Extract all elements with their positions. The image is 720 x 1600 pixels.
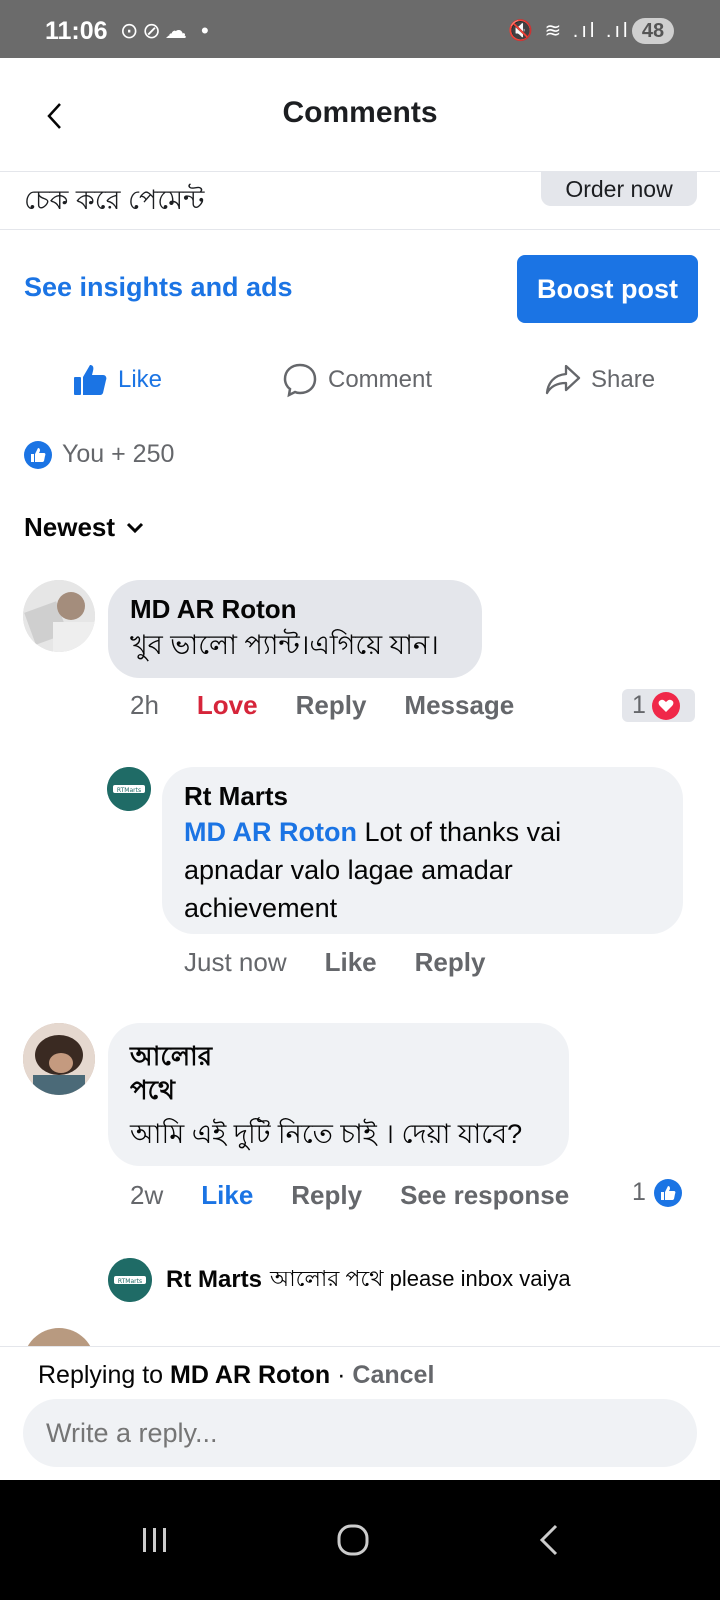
page-title: Comments	[282, 96, 438, 129]
reply-text: আলোর পথে please inbox vaiya	[270, 1265, 571, 1291]
reactions-summary[interactable]: You + 250	[24, 440, 174, 469]
svg-text:RTMarts: RTMarts	[117, 787, 141, 794]
post-actions: Like Comment Share	[0, 355, 720, 405]
recent-apps-icon	[143, 1528, 166, 1552]
notification-icons: ⊙⊘☁ •	[120, 18, 213, 43]
replying-prefix: Replying to	[38, 1361, 171, 1389]
replying-to-bar: Replying to MD AR Roton · Cancel	[38, 1361, 434, 1390]
reply-button[interactable]: Reply	[296, 690, 367, 721]
home-icon	[337, 1524, 369, 1556]
svg-text:RTMarts: RTMarts	[118, 1278, 142, 1285]
reply-composer: Replying to MD AR Roton · Cancel	[0, 1346, 720, 1480]
author-line-1: আলোর	[130, 1041, 212, 1071]
reply-bubble[interactable]: Rt Marts MD AR Roton Lot of thanks vai a…	[162, 767, 683, 934]
page-avatar[interactable]: RTMarts	[108, 1258, 152, 1302]
comment-icon	[283, 363, 317, 398]
see-response-button[interactable]: See response	[400, 1180, 569, 1211]
reply-author[interactable]: Rt Marts	[184, 781, 288, 812]
sort-dropdown[interactable]: Newest	[24, 512, 145, 543]
reply-reply-button[interactable]: Reply	[415, 947, 486, 978]
status-bar: 11:06 ⊙⊘☁ • 🔇 ≋ .ıl .ıl 48	[0, 0, 720, 58]
comment-author[interactable]: MD AR Roton	[130, 594, 297, 625]
page-avatar[interactable]: RTMarts	[107, 767, 151, 811]
reactions-text: You + 250	[62, 440, 175, 468]
message-button[interactable]: Message	[404, 690, 514, 721]
replying-name: MD AR Roton	[170, 1361, 331, 1389]
comment-text: আমি এই দুটি নিতে চাই । দেয়া যাবে?	[130, 1119, 523, 1149]
collapsed-reply[interactable]: RTMarts Rt Marts আলোর পথে please inbox v…	[108, 1258, 571, 1302]
home-button[interactable]	[323, 1510, 383, 1570]
comment-time: 2h	[130, 690, 159, 720]
separator: ·	[330, 1361, 353, 1389]
thumbs-up-icon	[74, 365, 107, 395]
share-icon	[545, 364, 581, 395]
comment-bubble[interactable]: MD AR Roton খুব ভালো প্যান্ট।এগিয়ে যান।	[108, 580, 482, 678]
back-icon	[539, 1524, 558, 1556]
comment-time: 2w	[130, 1180, 164, 1210]
reply-like-button[interactable]: Like	[325, 947, 377, 978]
reply-meta: Just now Like Reply	[184, 947, 523, 978]
reaction-count-badge[interactable]: 1	[622, 689, 695, 722]
comment-bubble[interactable]: আলোর পথে আমি এই দুটি নিতে চাই । দেয়া যা…	[108, 1023, 569, 1166]
order-now-button[interactable]: Order now	[541, 172, 697, 206]
like-label: Like	[118, 366, 163, 393]
signal-icons: 🔇 ≋ .ıl .ıl	[508, 20, 631, 42]
sort-label: Newest	[24, 512, 116, 542]
like-reaction-icon	[653, 1178, 682, 1207]
share-button[interactable]: Share	[545, 355, 655, 405]
like-button[interactable]: Like	[72, 355, 162, 405]
system-nav-bar	[0, 1480, 720, 1600]
back-nav-button[interactable]	[520, 1510, 580, 1570]
reply-text: MD AR Roton Lot of thanks vai apnadar va…	[184, 813, 624, 927]
mention-link[interactable]: MD AR Roton	[184, 817, 357, 847]
comment-text: খুব ভালো প্যান্ট।এগিয়ে যান।	[130, 630, 439, 660]
love-reaction-button[interactable]: Love	[197, 690, 258, 721]
reply-author[interactable]: Rt Marts	[166, 1266, 262, 1294]
avatar[interactable]	[23, 1023, 95, 1095]
reaction-count: 1	[632, 1178, 646, 1206]
recent-apps-button[interactable]	[125, 1510, 185, 1570]
author-line-2: পথে	[130, 1075, 175, 1105]
post-preview: চেক করে পেমেন্ট Order now	[0, 172, 720, 230]
status-time: 11:06	[45, 17, 108, 45]
reaction-count: 1	[632, 691, 646, 719]
reply-button[interactable]: Reply	[291, 1180, 362, 1211]
reply-time: Just now	[184, 947, 287, 977]
post-snippet: চেক করে পেমেন্ট	[24, 185, 205, 215]
header: Comments	[0, 58, 720, 172]
share-label: Share	[591, 366, 656, 393]
like-reaction-button[interactable]: Like	[201, 1180, 253, 1211]
heart-icon	[651, 691, 680, 720]
reaction-count-badge[interactable]: 1	[632, 1178, 682, 1207]
comment-author[interactable]: আলোর পথে	[130, 1037, 212, 1109]
like-reaction-icon	[24, 440, 52, 469]
cancel-reply-button[interactable]: Cancel	[352, 1361, 434, 1389]
comment-meta: 2h Love Reply Message	[130, 690, 552, 721]
reply-input[interactable]	[23, 1399, 697, 1467]
see-insights-link[interactable]: See insights and ads	[24, 272, 293, 303]
avatar[interactable]	[23, 580, 95, 652]
comment-label: Comment	[328, 366, 433, 393]
chevron-down-icon	[126, 522, 144, 533]
battery-icon: 48	[632, 18, 674, 44]
boost-post-button[interactable]: Boost post	[517, 255, 698, 323]
comment-button[interactable]: Comment	[282, 355, 432, 405]
comment-meta: 2w Like Reply See response	[130, 1180, 607, 1211]
